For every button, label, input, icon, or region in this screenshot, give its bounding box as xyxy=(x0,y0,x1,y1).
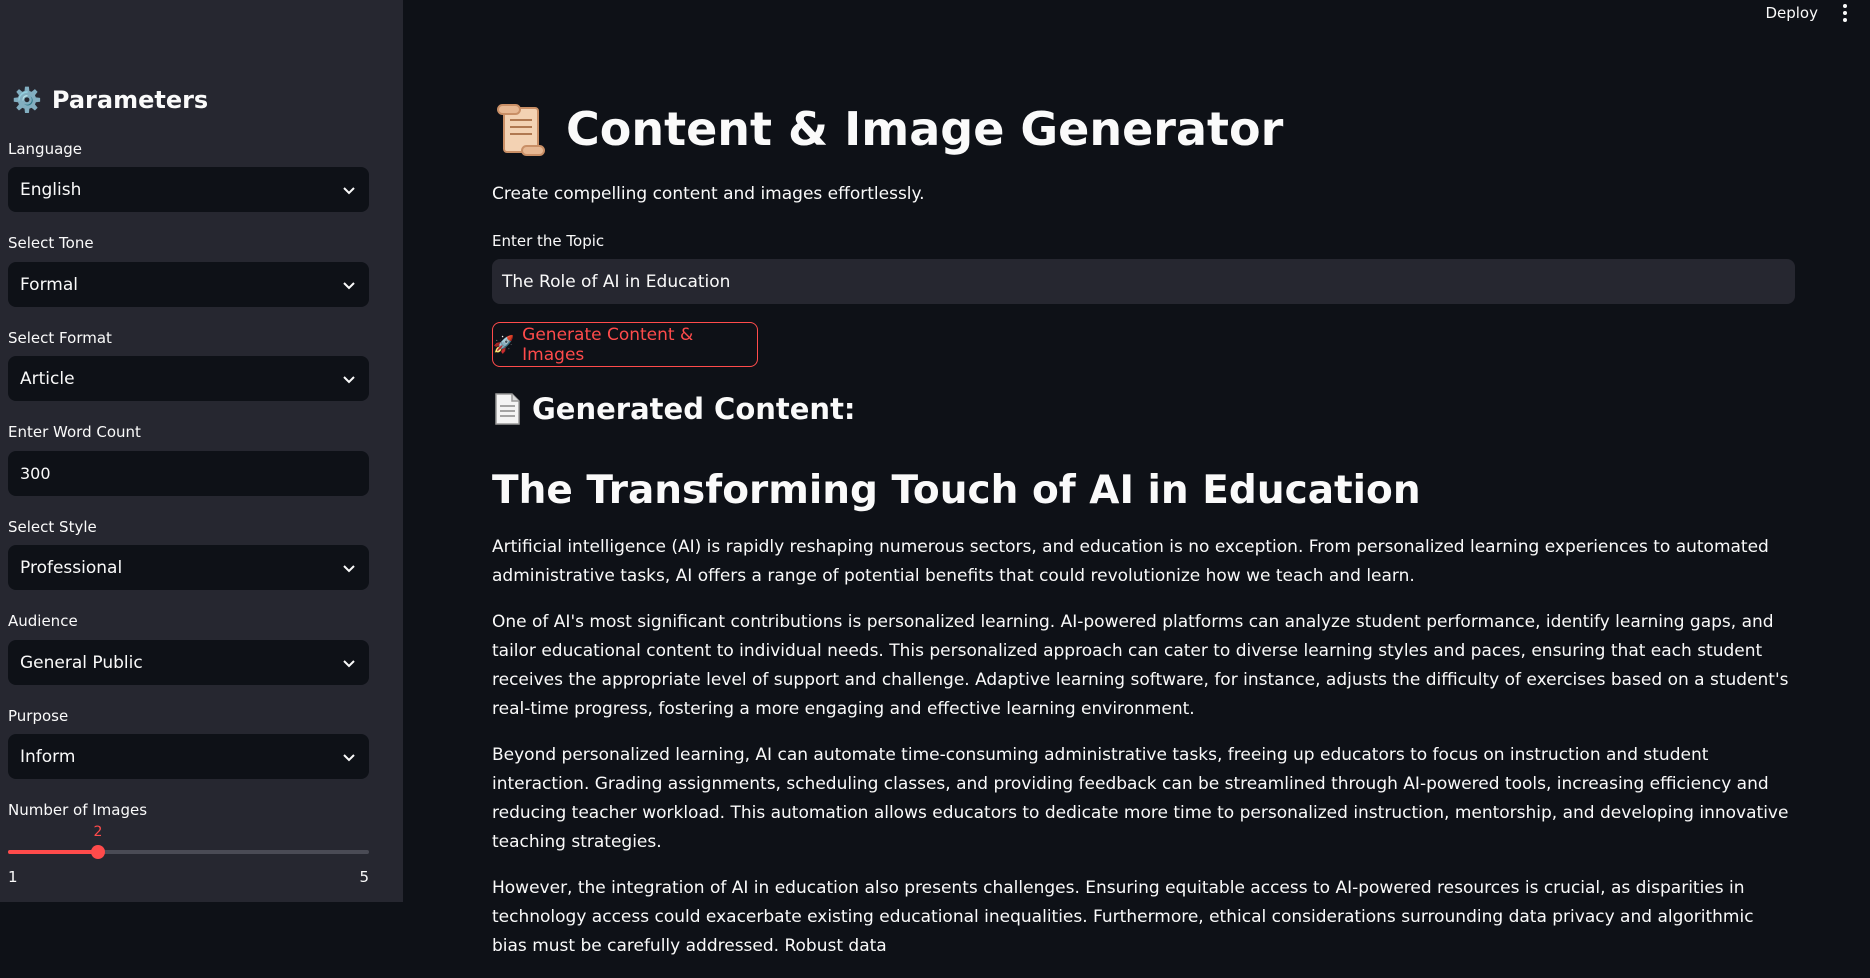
style-label: Select Style xyxy=(8,518,97,536)
kebab-menu-icon xyxy=(1843,4,1847,8)
topic-label: Enter the Topic xyxy=(492,232,605,250)
generate-button[interactable]: 🚀 Generate Content & Images xyxy=(492,322,758,367)
chevron-down-icon xyxy=(343,281,355,289)
tone-select[interactable]: Formal xyxy=(8,262,369,307)
sidebar-title: ⚙️ Parameters xyxy=(12,86,209,114)
slider-value: 2 xyxy=(93,824,103,840)
language-select[interactable]: English xyxy=(8,167,369,212)
generated-content-heading: Generated Content: xyxy=(492,392,856,426)
topic-input[interactable]: The Role of AI in Education xyxy=(492,259,1795,304)
word-count-input[interactable]: 300 xyxy=(8,451,369,496)
article-body: Artificial intelligence (AI) is rapidly … xyxy=(492,533,1792,978)
document-icon xyxy=(495,393,520,425)
main-menu-button[interactable] xyxy=(1838,2,1852,24)
images-slider[interactable]: 2 1 5 xyxy=(8,822,369,902)
article-paragraph: However, the integration of AI in educat… xyxy=(492,878,1754,956)
slider-max: 5 xyxy=(359,868,369,886)
article-title: The Transforming Touch of AI in Educatio… xyxy=(492,468,1421,513)
gear-icon: ⚙️ xyxy=(12,86,42,114)
main-content: Content & Image Generator Create compell… xyxy=(492,0,1796,956)
language-label: Language xyxy=(8,140,83,158)
chevron-down-icon xyxy=(343,659,355,667)
chevron-down-icon xyxy=(343,564,355,572)
word-count-label: Enter Word Count xyxy=(8,423,141,441)
purpose-select[interactable]: Inform xyxy=(8,734,369,779)
slider-min: 1 xyxy=(8,868,18,886)
article-paragraph: One of AI's most significant contributio… xyxy=(492,612,1789,719)
style-select[interactable]: Professional xyxy=(8,545,369,590)
sidebar: ⚙️ Parameters Language English Select To… xyxy=(0,0,403,902)
chevron-down-icon xyxy=(343,753,355,761)
audience-label: Audience xyxy=(8,612,78,630)
slider-thumb[interactable] xyxy=(91,845,105,859)
article-paragraph: Beyond personalized learning, AI can aut… xyxy=(492,745,1789,852)
article-paragraph: Artificial intelligence (AI) is rapidly … xyxy=(492,537,1769,586)
rocket-icon: 🚀 xyxy=(493,334,515,355)
format-label: Select Format xyxy=(8,329,112,347)
tone-label: Select Tone xyxy=(8,234,94,252)
slider-fill xyxy=(8,850,98,854)
page-title: Content & Image Generator xyxy=(492,100,1283,158)
format-select[interactable]: Article xyxy=(8,356,369,401)
chevron-down-icon xyxy=(343,375,355,383)
audience-select[interactable]: General Public xyxy=(8,640,369,685)
purpose-label: Purpose xyxy=(8,707,69,725)
images-label: Number of Images xyxy=(8,801,148,819)
chevron-down-icon xyxy=(343,186,355,194)
page-subtitle: Create compelling content and images eff… xyxy=(492,184,925,204)
scroll-icon xyxy=(497,104,545,156)
